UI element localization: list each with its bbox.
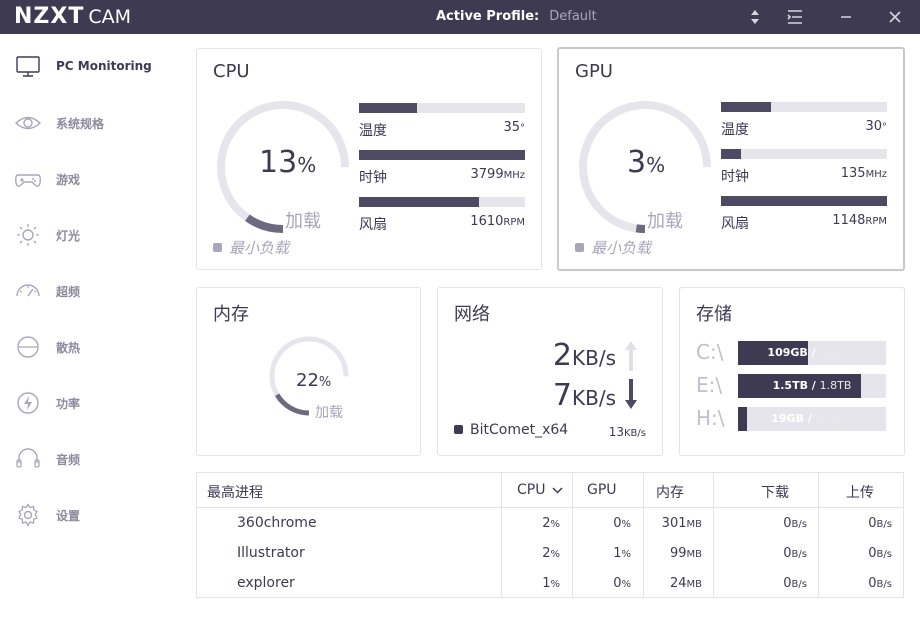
drive-e: E:\ 1.5TB / 1.8TB [696, 373, 888, 398]
gpu-title: GPU [575, 61, 613, 82]
drive-c: C:\ 109GB / 233GB [696, 340, 888, 365]
title-bar: NZXT CAM Active Profile: Default [0, 0, 920, 34]
gpu-load-label: 加载 [647, 211, 683, 232]
col-header-gpu[interactable]: GPU [572, 473, 643, 508]
eye-icon [14, 116, 42, 130]
memory-title: 内存 [213, 304, 249, 325]
cpu-title: CPU [213, 61, 250, 82]
memory-card[interactable]: 内存 22% 加载 [196, 287, 421, 456]
sidebar-item-label: 游戏 [56, 173, 81, 187]
cpu-clock-metric: 时钟 3799MHz [359, 150, 525, 186]
gpu-fan-metric: 风扇 1148RPM [721, 196, 887, 232]
min-load-swatch-icon [213, 243, 222, 252]
sidebar-item-label: 音频 [56, 453, 81, 467]
sun-icon [17, 224, 39, 246]
drive-h: H:\ 19GB / 298GB [696, 406, 888, 431]
cpu-load-label: 加载 [285, 211, 321, 232]
menu-icon[interactable] [785, 7, 805, 27]
gpu-clock-metric: 时钟 135MHz [721, 149, 887, 185]
profile-label: Active Profile: [436, 9, 540, 24]
memory-load-label: 加载 [315, 405, 343, 421]
gpu-temp-metric: 温度 30° [721, 102, 887, 138]
process-swatch-icon [454, 425, 463, 434]
sidebar-item-audio[interactable]: 音频 [0, 439, 180, 479]
sidebar-item-pc-monitoring[interactable]: PC Monitoring [0, 47, 180, 87]
download-speed: 7KB/s [552, 378, 616, 413]
cpu-temp-metric: 温度 35° [359, 103, 525, 139]
gpu-load-value: 3% [627, 145, 666, 180]
sidebar-item-label: 设置 [56, 509, 81, 523]
storage-title: 存储 [696, 304, 732, 325]
min-load-swatch-icon [575, 243, 584, 252]
sidebar-item-label: 系统规格 [56, 117, 105, 131]
sidebar-item-games[interactable]: 游戏 [0, 159, 180, 199]
monitor-icon [16, 56, 40, 77]
network-top-rate: 13KB/s [608, 425, 646, 439]
cpu-card[interactable]: CPU 13% 加载 最小负载 温度 35° 时钟 3799MHz 风扇 161… [196, 48, 542, 270]
headset-icon [16, 448, 40, 468]
upload-speed: 2KB/s [552, 338, 616, 373]
minimize-icon[interactable] [836, 7, 856, 27]
process-table: 最高进程 CPU GPU 内存 下载 上传 360chrome 2% 0% 30… [196, 472, 904, 598]
network-top-process: BitComet_x64 [454, 422, 568, 438]
sidebar-item-label: 散热 [56, 341, 81, 355]
sidebar-item-lighting[interactable]: 灯光 [0, 215, 180, 255]
gamepad-icon [15, 174, 41, 187]
gpu-card[interactable]: GPU 3% 加载 最小负载 温度 30° 时钟 135MHz 风扇 1148R… [557, 47, 905, 271]
profile-value[interactable]: Default [549, 9, 597, 24]
upload-arrow-icon [625, 341, 637, 371]
sidebar-item-overclock[interactable]: 超频 [0, 271, 180, 311]
memory-load-value: 22% [296, 370, 332, 391]
col-header-upload[interactable]: 上传 [818, 473, 903, 508]
download-arrow-icon [625, 379, 637, 409]
sidebar-item-label: 灯光 [56, 229, 81, 243]
sidebar-item-system-specs[interactable]: 系统规格 [0, 103, 180, 143]
gear-icon [18, 503, 38, 527]
col-header-cpu[interactable]: CPU [501, 473, 572, 508]
col-header-process[interactable]: 最高进程 [197, 473, 501, 508]
power-icon [17, 392, 39, 414]
gpu-min-load-toggle[interactable]: 最小负载 [575, 237, 651, 258]
col-header-download[interactable]: 下载 [713, 473, 818, 508]
cpu-min-load-toggle[interactable]: 最小负载 [213, 237, 289, 258]
profile-switch-icon[interactable] [745, 7, 765, 27]
cpu-load-value: 13% [259, 145, 317, 180]
cpu-fan-metric: 风扇 1610RPM [359, 197, 525, 233]
storage-card[interactable]: 存储 C:\ 109GB / 233GB E:\ 1.5TB / 1.8TB H… [679, 287, 905, 456]
col-header-memory[interactable]: 内存 [643, 473, 713, 508]
active-profile[interactable]: Active Profile: Default [436, 9, 597, 24]
sidebar-item-label: 功率 [56, 397, 81, 411]
close-icon[interactable] [885, 7, 905, 27]
nzxt-logo: NZXT CAM [14, 4, 132, 29]
sidebar-item-power[interactable]: 功率 [0, 383, 180, 423]
sidebar-item-settings[interactable]: 设置 [0, 495, 180, 535]
speedometer-icon [16, 284, 40, 297]
network-title: 网络 [454, 304, 490, 325]
network-card[interactable]: 网络 2KB/s 7KB/s BitComet_x64 13KB/s [437, 287, 663, 456]
sidebar-item-cooling[interactable]: 散热 [0, 327, 180, 367]
sidebar-item-label: PC Monitoring [56, 59, 152, 73]
sidebar-item-label: 超频 [56, 285, 81, 299]
sidebar: PC Monitoring 系统规格 游戏 灯光 超频 散热 功率 音频 设置 [0, 34, 180, 640]
chevron-down-icon [552, 487, 563, 494]
cooling-icon [17, 336, 39, 358]
